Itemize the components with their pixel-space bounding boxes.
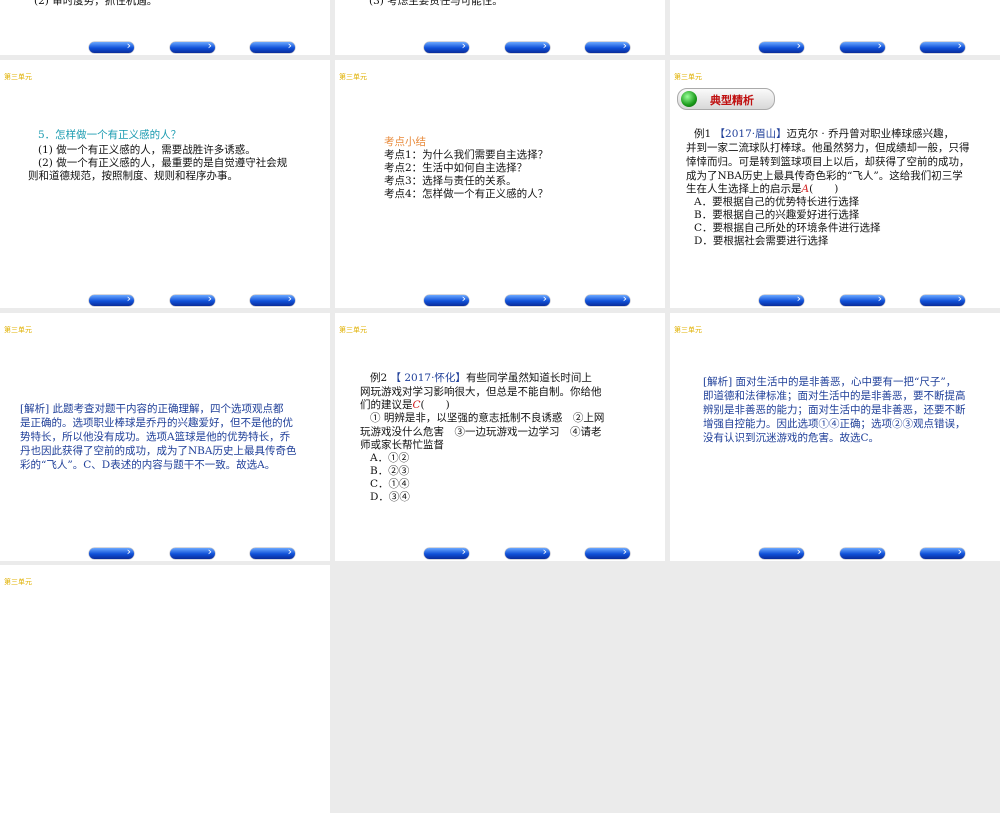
- slide-text: 网玩游戏对学习影响很大，但总是不能自制。你给他: [360, 386, 602, 398]
- example-number: 例2: [370, 372, 391, 384]
- answer: A: [801, 183, 810, 195]
- nav-button-prev[interactable]: [759, 545, 804, 559]
- nav-button-menu[interactable]: [840, 39, 885, 53]
- slide-text: 有些同学虽然知道长时间上: [465, 372, 592, 384]
- nav-button-next[interactable]: [585, 545, 630, 559]
- option: D．③④: [370, 491, 410, 503]
- slide-text: (2) 做一个有正义感的人，最重要的是自觉遵守社会规: [38, 157, 288, 169]
- slide-text: 考点3：选择与责任的关系。: [384, 175, 517, 187]
- slide-text: (1) 做一个有正义感的人，需要战胜许多诱惑。: [38, 144, 256, 156]
- nav-button-next[interactable]: [920, 292, 965, 306]
- unit-label: 第三单元: [674, 326, 702, 334]
- answer: C: [412, 399, 421, 411]
- nav-button-prev[interactable]: [759, 39, 804, 53]
- slide-text: [解析] 此题考查对题干内容的正确理解，四个选项观点都: [20, 403, 284, 415]
- nav-button-menu[interactable]: [840, 545, 885, 559]
- slide-text: (2) 审时度势，抓住机遇。: [34, 0, 158, 7]
- slide-text: 考点2：生活中如何自主选择？: [384, 162, 528, 174]
- slide-text: [解析] 面对生活中的是非善恶，心中要有一把“尺子”，: [703, 376, 957, 388]
- nav-button-next[interactable]: [250, 39, 295, 53]
- slide-thumbnail[interactable]: (2) 审时度势，抓住机遇。: [0, 0, 330, 55]
- unit-label: 第三单元: [674, 73, 702, 81]
- slide-thumbnail[interactable]: 第三单元 考点小结 考点1：为什么我们需要自主选择？ 考点2：生活中如何自主选择…: [335, 60, 665, 308]
- nav-button-next[interactable]: [250, 545, 295, 559]
- nav-button-next[interactable]: [920, 545, 965, 559]
- example-source: 【2017·眉山】: [714, 128, 787, 140]
- green-dot-icon: [681, 91, 697, 107]
- slide-thumbnail[interactable]: 第三单元: [0, 565, 330, 813]
- slide-thumbnail[interactable]: (3) 考虑主要责任与可能性。: [335, 0, 665, 55]
- nav-button-menu[interactable]: [505, 292, 550, 306]
- nav-button-menu[interactable]: [505, 39, 550, 53]
- slide-text: 考点1：为什么我们需要自主选择？: [384, 149, 549, 161]
- slide-text: 考点4：怎样做一个有正义感的人？: [384, 188, 549, 200]
- nav-button-menu[interactable]: [170, 545, 215, 559]
- nav-button-next[interactable]: [585, 292, 630, 306]
- option: A．①②: [370, 452, 410, 464]
- slide-text: 并到一家二流球队打棒球。他虽然努力，但成绩却一般，只得: [686, 142, 970, 154]
- example-source: 【 2017·怀化】: [390, 372, 466, 384]
- option: C．要根据自己所处的环境条件进行选择: [694, 222, 881, 234]
- nav-button-menu[interactable]: [505, 545, 550, 559]
- slide-text: 丹也因此获得了空前的成功，成为了NBA历史上最具传奇色: [20, 445, 297, 457]
- slide-text: 成为了NBA历史上最具传奇色彩的“飞人”。这给我们初三学: [686, 170, 963, 182]
- option: A．要根据自己的优势特长进行选择: [694, 196, 860, 208]
- slide-text: 彩的“飞人”。C、D表述的内容与题干不一致。故选A。: [20, 459, 276, 471]
- slide-thumbnail[interactable]: 第三单元 典型精析 例1 【2017·眉山】迈克尔 · 乔丹曾对职业棒球感兴趣，…: [670, 60, 1000, 308]
- slide-thumbnail[interactable]: 第三单元 5．怎样做一个有正义感的人？ (1) 做一个有正义感的人，需要战胜许多…: [0, 60, 330, 308]
- nav-button-next[interactable]: [585, 39, 630, 53]
- unit-label: 第三单元: [339, 326, 367, 334]
- nav-button-prev[interactable]: [89, 545, 134, 559]
- slide-text: 们的建议是: [360, 399, 413, 411]
- example-number: 例1: [694, 128, 715, 140]
- slide-thumbnail[interactable]: 第三单元 [解析] 面对生活中的是非善恶，心中要有一把“尺子”， 即道德和法律标…: [670, 313, 1000, 561]
- slide-thumbnail[interactable]: 第三单元 [解析] 此题考查对题干内容的正确理解，四个选项观点都 是正确的。选项…: [0, 313, 330, 561]
- slide-thumbnail[interactable]: [670, 0, 1000, 55]
- nav-button-next[interactable]: [920, 39, 965, 53]
- slide-text: (3) 考虑主要责任与可能性。: [369, 0, 503, 7]
- slide-text: 玩游戏没什么危害 ③一边玩游戏一边学习 ④请老: [360, 426, 602, 438]
- nav-button-prev[interactable]: [759, 292, 804, 306]
- unit-label: 第三单元: [4, 578, 32, 586]
- answer-bracket: ( ): [809, 183, 839, 195]
- slide-text: 增强自控能力。因此选项①④正确；选项②③观点错误，: [703, 418, 966, 430]
- nav-button-menu[interactable]: [170, 292, 215, 306]
- option: C．①④: [370, 478, 410, 490]
- nav-button-prev[interactable]: [424, 545, 469, 559]
- nav-button-prev[interactable]: [89, 292, 134, 306]
- slide-text: 没有认识到沉迷游戏的危害。故选C。: [703, 432, 880, 444]
- slide-text: 势特长，所以他没有成功。选项A篮球是他的优势特长，乔: [20, 431, 291, 443]
- slide-heading: 考点小结: [384, 136, 426, 148]
- answer-bracket: ( ): [420, 399, 450, 411]
- nav-button-menu[interactable]: [170, 39, 215, 53]
- unit-label: 第三单元: [339, 73, 367, 81]
- slide-text: ① 明辨是非，以坚强的意志抵制不良诱惑 ②上网: [370, 412, 605, 424]
- nav-button-menu[interactable]: [840, 292, 885, 306]
- slide-text: 师或家长帮忙监督: [360, 439, 444, 451]
- slide-text: 悻悻而归。可是转到篮球项目上以后，却获得了空前的成功，: [686, 156, 970, 168]
- slide-heading: 5．怎样做一个有正义感的人？: [38, 129, 182, 141]
- slide-text: 迈克尔 · 乔丹曾对职业棒球感兴趣，: [786, 128, 955, 140]
- unit-label: 第三单元: [4, 73, 32, 81]
- nav-button-prev[interactable]: [424, 292, 469, 306]
- slide-thumbnail[interactable]: 第三单元 例2 【 2017·怀化】有些同学虽然知道长时间上 网玩游戏对学习影响…: [335, 313, 665, 561]
- slide-text: 则和道德规范，按照制度、规则和程序办事。: [28, 170, 238, 182]
- section-badge: 典型精析: [677, 88, 775, 110]
- slide-text: 生在人生选择上的启示是: [686, 183, 802, 195]
- nav-button-prev[interactable]: [424, 39, 469, 53]
- slide-text: 是正确的。选项职业棒球是乔丹的兴趣爱好，但不是他的优: [20, 417, 293, 429]
- badge-label: 典型精析: [710, 94, 754, 107]
- nav-button-prev[interactable]: [89, 39, 134, 53]
- slide-text: 辨别是非善恶的能力；面对生活中的是非善恶，还要不断: [703, 404, 966, 416]
- option: D．要根据社会需要进行选择: [694, 235, 829, 247]
- unit-label: 第三单元: [4, 326, 32, 334]
- option: B．②③: [370, 465, 410, 477]
- slide-text: 即道德和法律标准；面对生活中的是非善恶，要不断提高: [703, 390, 966, 402]
- nav-button-next[interactable]: [250, 292, 295, 306]
- option: B．要根据自己的兴趣爱好进行选择: [694, 209, 860, 221]
